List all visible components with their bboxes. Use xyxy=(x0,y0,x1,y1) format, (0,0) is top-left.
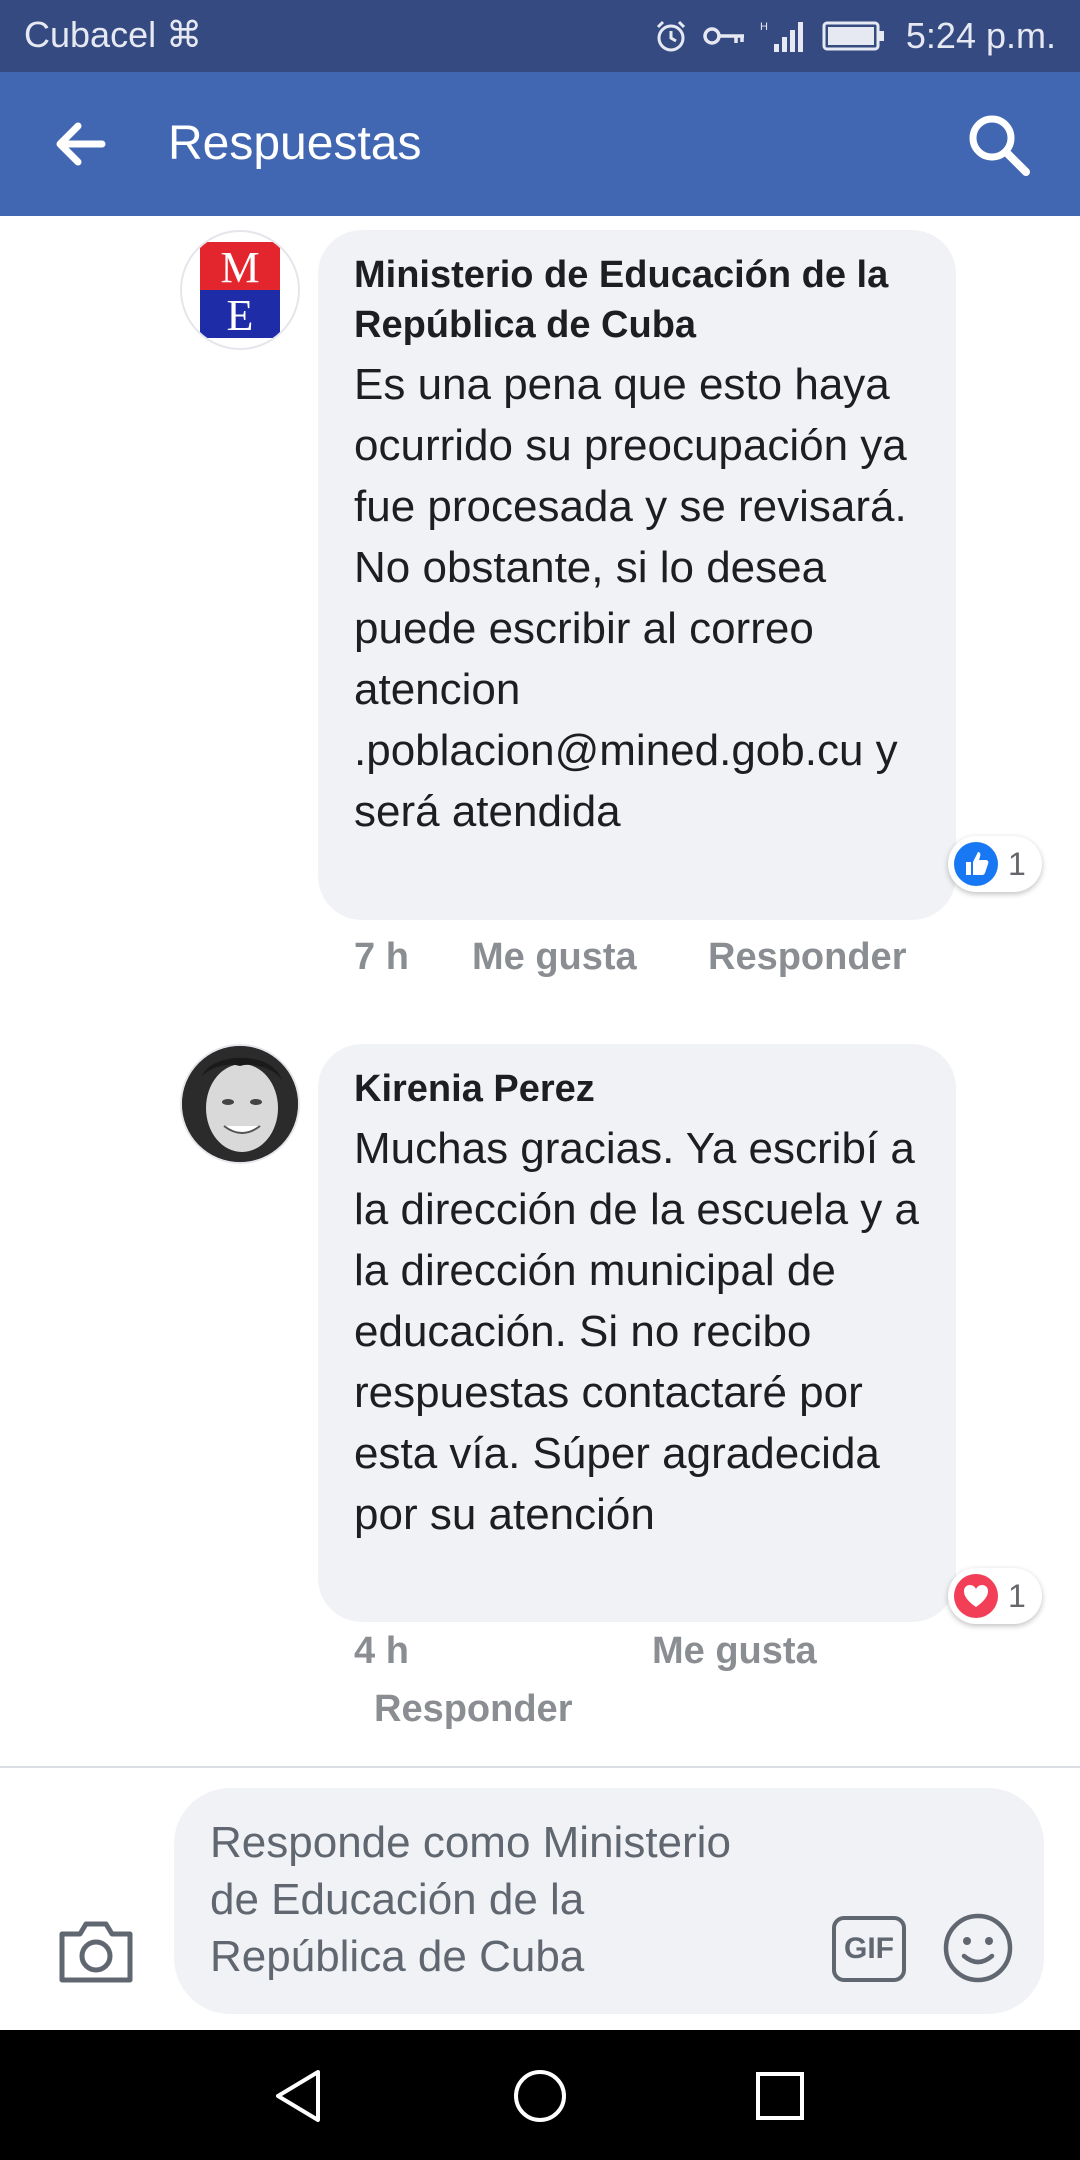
reaction-badge[interactable]: 1 xyxy=(948,1568,1042,1624)
reply-input[interactable]: Responde como Ministerio de Educación de… xyxy=(174,1788,1044,2014)
battery-icon xyxy=(822,21,884,51)
reaction-count: 1 xyxy=(1008,1577,1026,1614)
page-title: Respuestas xyxy=(168,117,422,170)
comment-bubble[interactable]: Ministerio de Educación de la República … xyxy=(318,230,956,920)
reply-composer: Responde como Ministerio de Educación de… xyxy=(0,1768,1080,2030)
like-button[interactable]: Me gusta xyxy=(652,1630,817,1673)
profile-photo xyxy=(182,1046,298,1162)
comment-text: Es una pena que esto haya ocurrido su pr… xyxy=(354,360,907,836)
app-bar: Respuestas xyxy=(0,72,1080,216)
clock: 5:24 p.m. xyxy=(905,15,1056,56)
cmd-icon: ⌘ xyxy=(156,14,203,55)
comment-time: 4 h xyxy=(354,1630,409,1672)
reply-button[interactable]: Responder xyxy=(708,936,906,979)
reply-button[interactable]: Responder xyxy=(374,1688,572,1731)
back-arrow-icon[interactable] xyxy=(48,112,112,176)
avatar[interactable]: M E xyxy=(180,230,300,350)
svg-text:M: M xyxy=(220,243,259,292)
status-bar: Cubacel ⌘ H 5:24 p.m. xyxy=(0,0,1080,72)
status-icons: H 5:24 p.m. xyxy=(654,12,1056,60)
gif-button[interactable]: GIF xyxy=(832,1916,906,1982)
reaction-badge[interactable]: 1 xyxy=(948,836,1042,892)
recents-nav-icon[interactable] xyxy=(748,2064,812,2128)
comment-author[interactable]: Ministerio de Educación de la República … xyxy=(354,250,920,350)
signal-icon: H xyxy=(760,21,803,52)
back-nav-icon[interactable] xyxy=(266,2064,330,2128)
avatar[interactable] xyxy=(180,1044,300,1164)
ministry-logo: M E xyxy=(200,242,280,340)
like-icon xyxy=(954,842,998,886)
comment-author[interactable]: Kirenia Perez xyxy=(354,1064,920,1114)
comment-time: 7 h xyxy=(354,936,409,978)
home-nav-icon[interactable] xyxy=(508,2064,572,2128)
comment-text: Muchas gracias. Ya escribí a la direcció… xyxy=(354,1124,919,1539)
reply-placeholder: Responde como Ministerio de Educación de… xyxy=(210,1818,731,1981)
like-button[interactable]: Me gusta xyxy=(472,936,637,979)
svg-text:H: H xyxy=(760,21,768,33)
camera-icon[interactable] xyxy=(56,1918,136,1986)
carrier-name: Cubacel ⌘ xyxy=(24,14,203,55)
emoji-icon[interactable] xyxy=(942,1912,1014,1984)
reaction-count: 1 xyxy=(1008,845,1026,882)
key-icon xyxy=(703,27,744,45)
search-icon[interactable] xyxy=(964,110,1032,178)
love-icon xyxy=(954,1574,998,1618)
comment-bubble[interactable]: Kirenia Perez Muchas gracias. Ya escribí… xyxy=(318,1044,956,1622)
svg-text:E: E xyxy=(227,291,254,340)
alarm-icon xyxy=(656,20,685,52)
system-nav-bar xyxy=(0,2030,1080,2160)
